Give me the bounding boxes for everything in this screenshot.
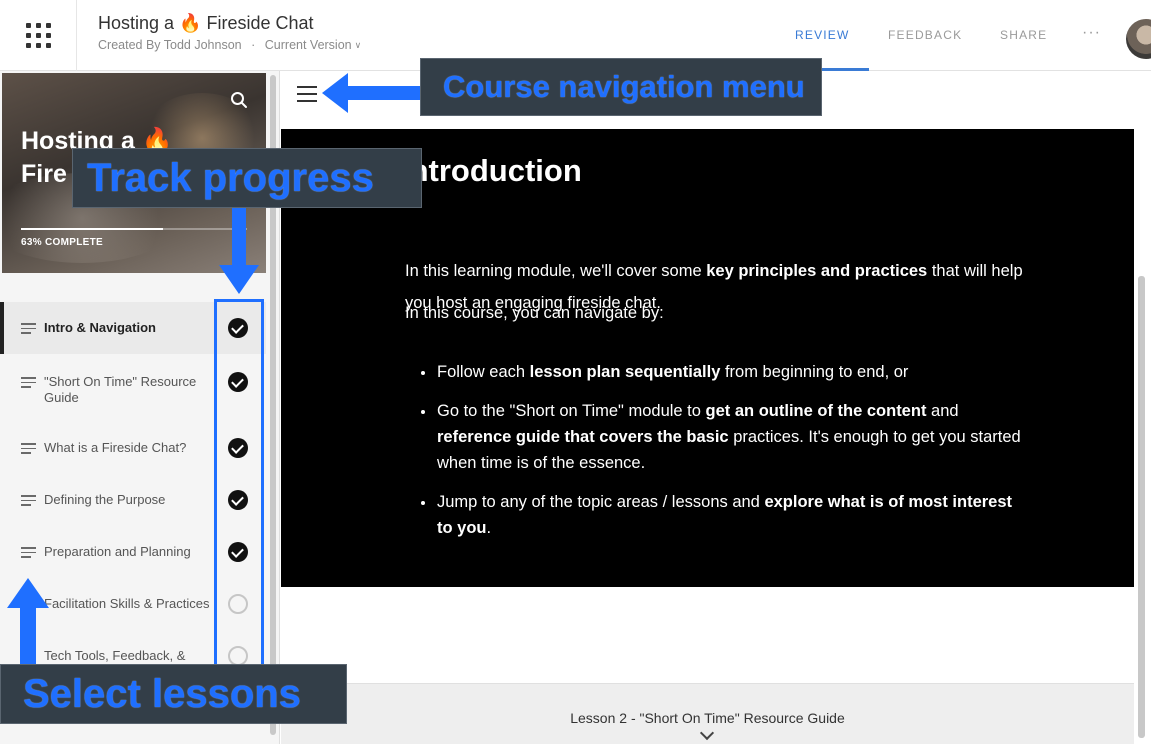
lesson-lines-icon — [21, 547, 36, 558]
lesson-label: Tech Tools, Feedback, & — [44, 648, 186, 663]
lesson-label: What is a Fireside Chat? — [44, 440, 187, 455]
bullet-text: from beginning to end, or — [720, 363, 909, 381]
tab-share[interactable]: SHARE — [1000, 28, 1047, 42]
apps-grid-icon[interactable] — [0, 0, 77, 71]
list-item: Follow each lesson plan sequentially fro… — [405, 359, 1025, 385]
list-item: Go to the "Short on Time" module to get … — [405, 398, 1025, 476]
bullet-text-bold: get an outline of the content — [705, 402, 927, 420]
chevron-down-icon — [699, 725, 715, 741]
progress-bar — [21, 228, 247, 230]
more-options-icon[interactable]: ··· — [1082, 24, 1101, 42]
version-label: Current Version — [264, 38, 352, 52]
avatar[interactable] — [1126, 19, 1151, 59]
course-title-suffix: Fireside Chat — [206, 13, 314, 33]
lesson-label: "Short On Time" Resource Guide — [44, 374, 197, 405]
course-subtitle: Created By Todd Johnson · Current Versio… — [98, 38, 361, 52]
course-navigation-callout: Course navigation menu — [420, 58, 822, 116]
version-dropdown[interactable]: Current Version ∨ — [265, 38, 361, 52]
content-scrollbar[interactable] — [1138, 276, 1145, 738]
select-lessons-callout: Select lessons — [0, 664, 347, 724]
intro-text-bold: key principles and practices — [706, 262, 928, 280]
chevron-down-icon: ∨ — [354, 40, 362, 50]
list-item: Jump to any of the topic areas / lessons… — [405, 489, 1025, 541]
tab-review[interactable]: REVIEW — [795, 28, 850, 42]
lesson-label: Facilitation Skills & Practices — [44, 596, 210, 611]
bullet-text: . — [486, 519, 492, 537]
app-frame: Hosting a 🔥 Fireside Chat Created By Tod… — [0, 0, 1151, 744]
navigate-text: In this course, you can navigate by: — [405, 304, 664, 322]
next-lesson-label: Lesson 2 - "Short On Time" Resource Guid… — [570, 710, 845, 726]
lesson-label: Preparation and Planning — [44, 544, 191, 559]
lesson-heading: Introduction — [401, 153, 582, 188]
lesson-lines-icon — [21, 323, 36, 334]
fire-emoji-icon: 🔥 — [179, 13, 202, 33]
navigate-paragraph: In this course, you can navigate by: — [405, 297, 1045, 329]
bullet-text-bold: reference guide that covers the basic — [437, 428, 729, 446]
lesson-lines-icon — [21, 377, 36, 388]
bullet-text: Go to the "Short on Time" module to — [437, 402, 706, 420]
lesson-lines-icon — [21, 495, 36, 506]
arrow-down-icon — [219, 205, 259, 294]
search-icon[interactable] — [230, 91, 248, 109]
bullet-text: Follow each — [437, 363, 530, 381]
arrow-up-icon — [7, 578, 49, 665]
arrow-left-icon — [322, 73, 420, 113]
lesson-label: Defining the Purpose — [44, 492, 166, 507]
progress-bar-fill — [21, 228, 164, 230]
lesson-label: Intro & Navigation — [44, 320, 156, 335]
track-progress-callout: Track progress — [72, 148, 422, 208]
tab-feedback[interactable]: FEEDBACK — [888, 28, 962, 42]
intro-text: In this learning module, we'll cover som… — [405, 262, 707, 280]
document-title-block: Hosting a 🔥 Fireside Chat Created By Tod… — [98, 12, 361, 52]
course-title-prefix: Hosting a — [98, 13, 175, 33]
navigation-options-list: Follow each lesson plan sequentially fro… — [405, 359, 1025, 554]
next-lesson-footer[interactable]: Lesson 2 - "Short On Time" Resource Guid… — [281, 683, 1134, 744]
course-title: Hosting a 🔥 Fireside Chat — [98, 12, 361, 34]
separator-dot: · — [251, 38, 256, 52]
progress-label: 63% COMPLETE — [21, 237, 103, 248]
bullet-text: and — [926, 402, 959, 420]
created-by-label: Created By Todd Johnson — [98, 38, 242, 52]
bullet-text-bold: lesson plan sequentially — [529, 363, 721, 381]
lesson-lines-icon — [21, 443, 36, 454]
progress-highlight-box — [214, 299, 264, 671]
hamburger-menu-icon[interactable] — [297, 86, 319, 102]
bullet-text: Jump to any of the topic areas / lessons… — [437, 493, 765, 511]
